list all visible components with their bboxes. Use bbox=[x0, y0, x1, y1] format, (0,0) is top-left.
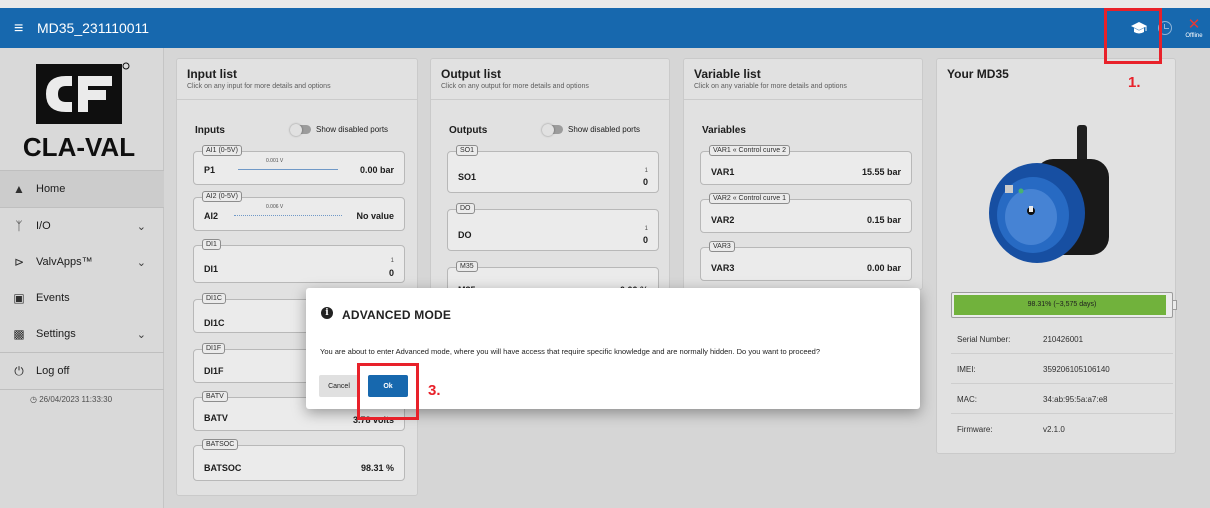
offline-icon: ✕ bbox=[1187, 16, 1201, 33]
menu-icon[interactable]: ≡ bbox=[14, 20, 23, 38]
dialog-title: ADVANCED MODE bbox=[342, 308, 452, 322]
offline-label: Offline bbox=[1185, 33, 1203, 39]
device-title: MD35_231110011 bbox=[37, 20, 150, 36]
annotation-step3: 3. bbox=[428, 382, 441, 399]
dialog-message: You are about to enter Advanced mode, wh… bbox=[320, 347, 821, 356]
cancel-button[interactable]: Cancel bbox=[319, 375, 359, 397]
annotation-box-step1 bbox=[1104, 8, 1162, 64]
annotation-box-step3 bbox=[357, 363, 419, 420]
annotation-step1: 1. bbox=[1128, 74, 1141, 91]
modal-backdrop[interactable] bbox=[0, 48, 1210, 508]
offline-status[interactable]: ✕ Offline bbox=[1182, 17, 1206, 39]
info-icon: i bbox=[321, 307, 333, 319]
top-app-bar: ≡ MD35_231110011 ✕ Offline bbox=[0, 8, 1210, 48]
